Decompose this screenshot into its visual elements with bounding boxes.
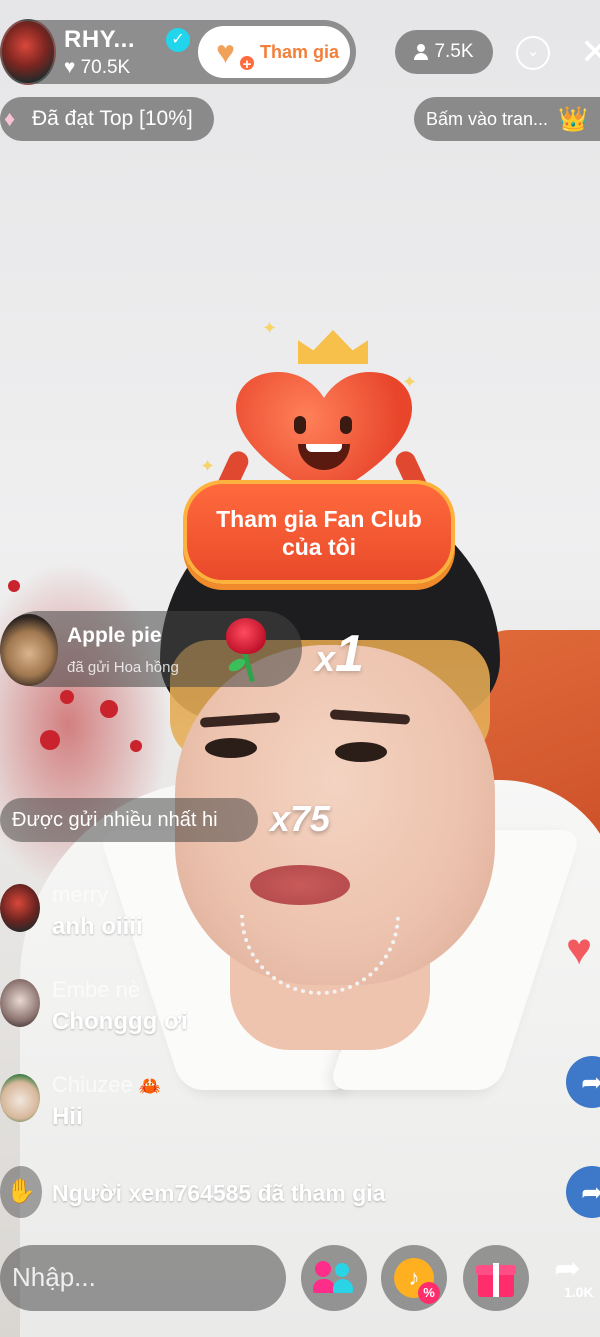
person-icon [414, 44, 429, 60]
crab-icon: 🦀 [138, 1076, 162, 1096]
verified-badge-icon: ✓ [166, 28, 190, 52]
top-rank-label: Đã đạt Top [10%] [32, 107, 193, 130]
heart-icon[interactable]: ♥ [566, 928, 592, 972]
chevron-down-icon[interactable]: ⌄ [516, 36, 550, 70]
comment-text: Hii [52, 1103, 83, 1130]
people-button[interactable] [301, 1245, 367, 1311]
viewer-joined-message: Người xem764585 đã tham gia [52, 1180, 386, 1206]
comment-avatar[interactable] [0, 884, 40, 932]
share-count: 1.0K [564, 1284, 594, 1300]
promo-icon: ♪% [394, 1258, 440, 1304]
ranking-hint-pill[interactable]: Bấm vào tran... 👑 [414, 97, 600, 141]
comment-avatar[interactable] [0, 1074, 40, 1122]
diamond-icon: ♦ [4, 106, 16, 131]
gift-action: đã gửi Hoa hồng [67, 659, 179, 676]
comment-avatar[interactable] [0, 979, 40, 1027]
join-fan-club-button[interactable]: ♥ + Tham gia [198, 26, 350, 78]
sparkle-icon: ✦ [200, 456, 216, 476]
top-rank-badge[interactable]: ♦ Đã đạt Top [10%] [0, 97, 214, 141]
comment-username[interactable]: merry [52, 882, 108, 908]
gift-button[interactable] [463, 1245, 529, 1311]
most-sent-combo: x75 [270, 798, 331, 839]
ranking-hint-label: Bấm vào tran... [426, 108, 549, 129]
comment-text: anh oiiii [52, 913, 143, 940]
most-sent-pill[interactable]: Được gửi nhiều nhất hi [0, 798, 258, 842]
gift-combo-x: x [315, 638, 336, 679]
comment-text: Chonggg ơi [52, 1008, 188, 1035]
most-sent-label: Được gửi nhiều nhất hi [12, 808, 218, 831]
join-button-label: Tham gia [260, 41, 340, 62]
host-likes-count: 70.5K [80, 57, 131, 78]
host-name[interactable]: RHY... [64, 26, 135, 54]
host-likes: ♥ 70.5K [64, 57, 130, 79]
heart-icon: ♥ [64, 57, 76, 78]
fan-club-heart-icon: ♥ + [216, 36, 256, 73]
gift-sender-name[interactable]: Apple pie [67, 624, 162, 648]
fan-club-line1: Tham gia Fan Club [216, 506, 422, 532]
gift-combo-number: 1 [335, 625, 364, 683]
sparkle-icon: ✦ [262, 318, 278, 338]
viewer-count: 7.5K [434, 41, 474, 62]
fan-club-line2: của tôi [281, 534, 357, 560]
share-button[interactable]: ➦ 1.0K [554, 1250, 600, 1310]
close-icon[interactable]: ✕ [580, 32, 600, 72]
gift-icon [476, 1259, 516, 1297]
rose-gift-icon [214, 614, 280, 684]
people-icon [313, 1261, 355, 1295]
comment-username-text: Chiuzee [52, 1072, 133, 1097]
share-arrow-icon: ➦ [554, 1250, 581, 1286]
promo-button[interactable]: ♪% [381, 1245, 447, 1311]
host-avatar[interactable] [0, 19, 56, 85]
crown-icon: 👑 [558, 105, 588, 133]
comment-username[interactable]: Chiuzee 🦀 [52, 1072, 161, 1098]
gift-sender-avatar[interactable] [0, 614, 58, 686]
crown-icon [298, 330, 368, 364]
comment-username[interactable]: Embe nè [52, 977, 140, 1003]
fan-club-text[interactable]: Tham gia Fan Club của tôi [183, 505, 455, 561]
gift-combo-count: x1 [315, 624, 364, 684]
comment-input-placeholder[interactable]: Nhập... [12, 1262, 96, 1293]
viewer-count-button[interactable]: 7.5K [395, 30, 493, 74]
wave-hand-icon: ✋ [0, 1166, 42, 1218]
